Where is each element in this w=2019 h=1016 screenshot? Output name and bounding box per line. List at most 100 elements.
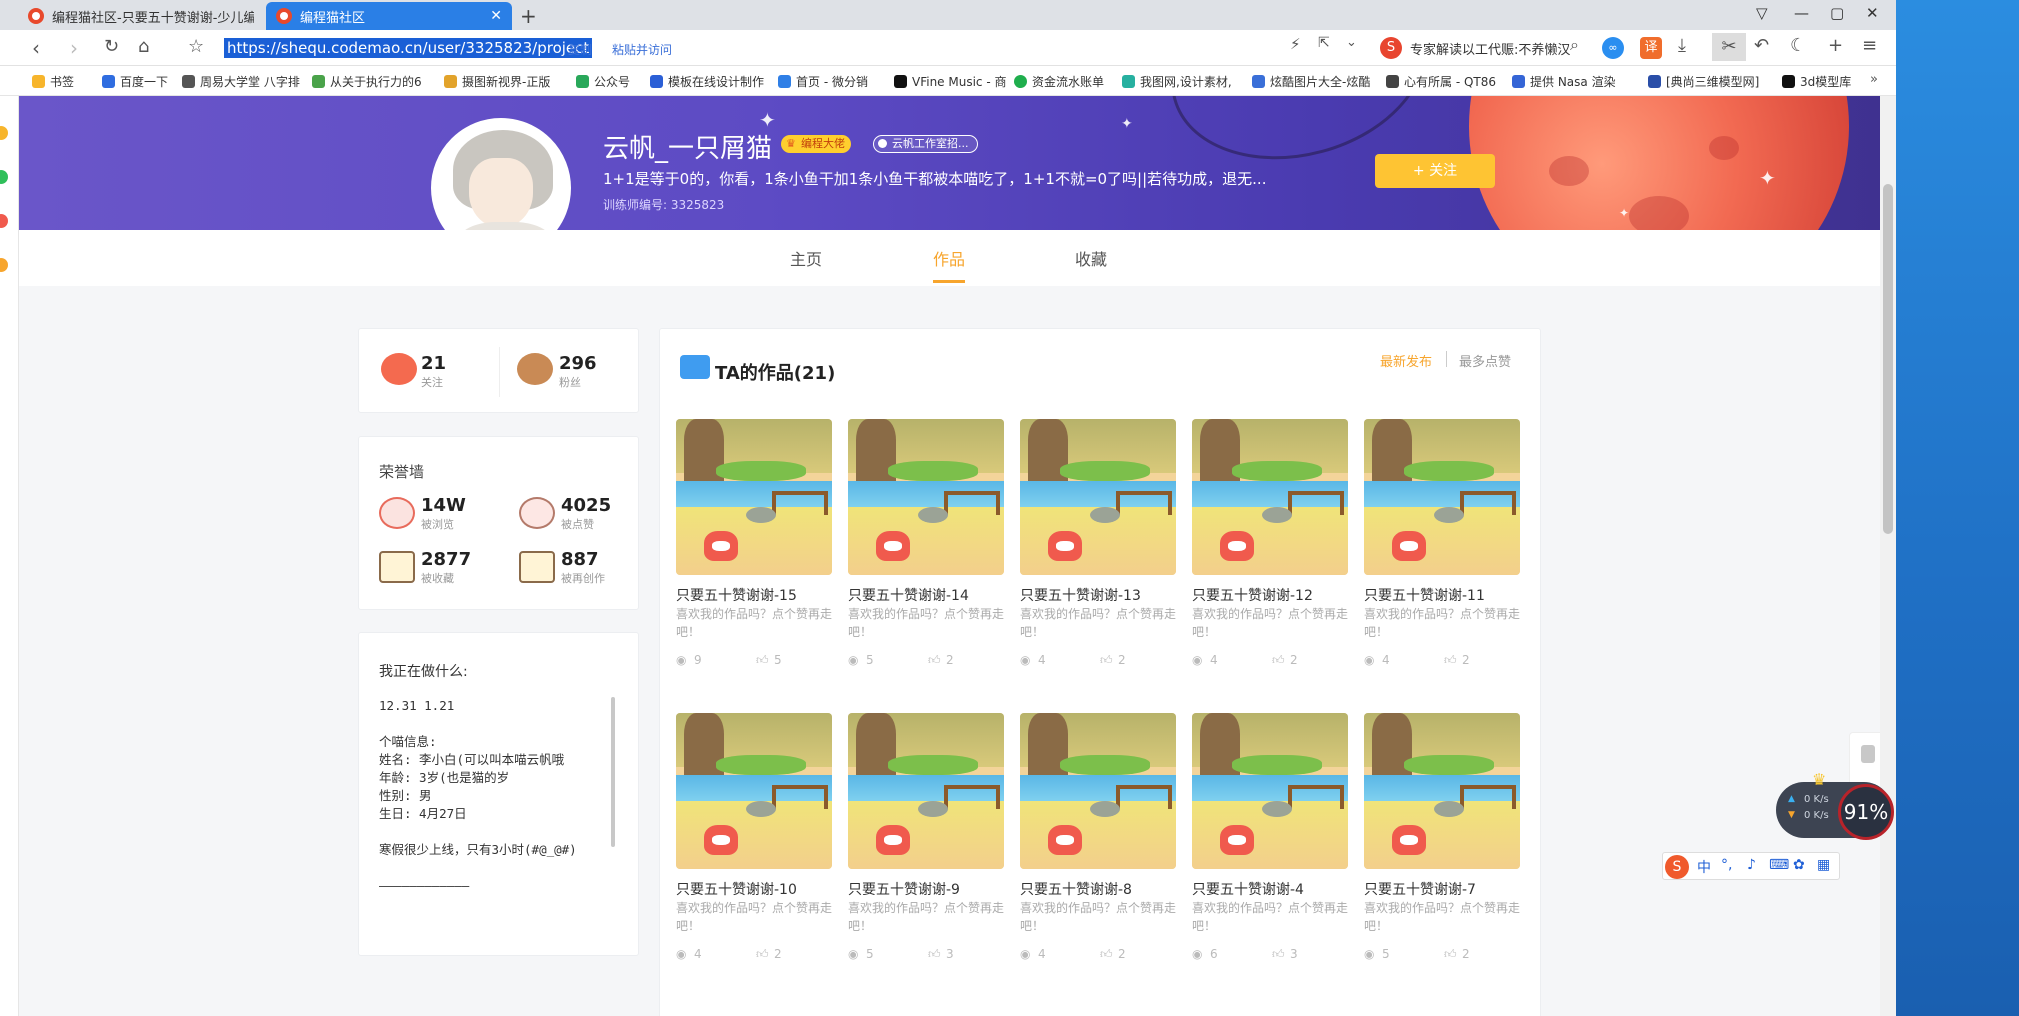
bookmark-item[interactable]: 模板在线设计制作 bbox=[650, 73, 782, 90]
microphone-icon[interactable]: ♪ bbox=[1747, 857, 1756, 873]
minimize-icon[interactable]: — bbox=[1794, 4, 1809, 22]
sidebar-app-icon[interactable] bbox=[0, 214, 8, 228]
doing-scrollbar[interactable] bbox=[611, 697, 615, 847]
sidebar-app-icon[interactable] bbox=[0, 126, 8, 140]
sidebar-app-icon[interactable] bbox=[0, 258, 8, 272]
bookmark-item[interactable]: 百度一下 bbox=[102, 73, 182, 90]
bookmark-item[interactable]: 书签 bbox=[32, 73, 102, 90]
close-tab-icon[interactable]: ✕ bbox=[490, 8, 502, 24]
extension-icon[interactable]: ∞ bbox=[1602, 37, 1624, 59]
likes-stat: 4025 被点赞 bbox=[561, 495, 612, 531]
refresh-icon[interactable]: ↻ bbox=[104, 36, 119, 57]
bookmark-item[interactable]: 我图网,设计素材, bbox=[1122, 73, 1250, 90]
work-thumbnail[interactable] bbox=[848, 419, 1004, 575]
fans-stat[interactable]: 296 粉丝 bbox=[559, 353, 597, 390]
copy-link[interactable]: 复制 bbox=[568, 41, 592, 58]
work-title[interactable]: 只要五十赞谢谢-13 bbox=[1020, 585, 1141, 605]
ime-language[interactable]: 中 bbox=[1697, 857, 1711, 877]
studio-badge[interactable]: 云帆工作室招... bbox=[873, 135, 978, 153]
bookmark-item[interactable]: 资金流水账单 bbox=[1014, 73, 1126, 90]
url-input[interactable]: https://shequ.codemao.cn/user/3325823/pr… bbox=[224, 38, 593, 58]
bookmark-item[interactable]: 提供 Nasa 渲染 bbox=[1512, 73, 1648, 90]
news-ticker[interactable]: 专家解读以工代赈:不养懒汉 bbox=[1410, 39, 1570, 58]
punctuation-icon[interactable]: °, bbox=[1721, 857, 1732, 873]
cpu-gauge[interactable]: 91% bbox=[1838, 784, 1894, 840]
translate-icon[interactable]: 译 bbox=[1640, 37, 1662, 59]
sparkle-icon: ✦ bbox=[1121, 116, 1133, 132]
follow-button[interactable]: + 关注 bbox=[1375, 154, 1495, 188]
work-title[interactable]: 只要五十赞谢谢-11 bbox=[1364, 585, 1485, 605]
search-icon[interactable]: ⌕ bbox=[1570, 35, 1579, 55]
download-icon[interactable]: ⤓ bbox=[1678, 35, 1686, 56]
work-thumbnail[interactable] bbox=[676, 419, 832, 575]
bookmark-item[interactable]: VFine Music - 商 bbox=[894, 73, 1024, 90]
home-icon[interactable]: ⌂ bbox=[138, 36, 149, 57]
bookmark-item[interactable]: 首页 - 微分销 bbox=[778, 73, 898, 90]
undo-icon[interactable]: ↶ bbox=[1754, 35, 1769, 56]
scissors-icon[interactable]: ✂ bbox=[1712, 33, 1746, 61]
work-title[interactable]: 只要五十赞谢谢-8 bbox=[1020, 879, 1132, 899]
work-thumbnail[interactable] bbox=[1192, 419, 1348, 575]
sort-most-liked[interactable]: 最多点赞 bbox=[1459, 351, 1511, 370]
night-mode-icon[interactable]: ☾ bbox=[1790, 35, 1806, 56]
eye-icon: ◉ bbox=[1364, 947, 1375, 961]
maximize-icon[interactable]: ▢ bbox=[1830, 4, 1844, 22]
page-scrollbar[interactable] bbox=[1880, 96, 1896, 1016]
bookmark-item[interactable]: [典尚三维模型网] bbox=[1648, 73, 1776, 90]
sort-latest[interactable]: 最新发布 bbox=[1380, 351, 1432, 370]
new-tab-icon[interactable]: + bbox=[520, 4, 537, 28]
skin-icon[interactable]: ✿ bbox=[1793, 857, 1805, 873]
bookmark-item[interactable]: 周易大学堂 八字排 bbox=[182, 73, 302, 90]
work-thumbnail[interactable] bbox=[1364, 419, 1520, 575]
chevron-down-icon[interactable]: ⌄ bbox=[1346, 35, 1357, 50]
work-thumbnail[interactable] bbox=[1020, 419, 1176, 575]
work-thumbnail[interactable] bbox=[1192, 713, 1348, 869]
avatar[interactable] bbox=[431, 118, 571, 230]
thumbs-up-icon: 👍︎ bbox=[1444, 653, 1457, 667]
keyboard-icon[interactable]: ⌨ bbox=[1769, 857, 1789, 873]
work-title[interactable]: 只要五十赞谢谢-9 bbox=[848, 879, 960, 899]
site-icon bbox=[778, 75, 791, 88]
tab-works[interactable]: 作品 bbox=[933, 246, 966, 283]
work-title[interactable]: 只要五十赞谢谢-15 bbox=[676, 585, 797, 605]
bookmark-item[interactable]: 公众号 bbox=[576, 73, 652, 90]
work-thumbnail[interactable] bbox=[1364, 713, 1520, 869]
toolbox-icon[interactable]: ▦ bbox=[1817, 857, 1830, 873]
sidebar-app-icon[interactable] bbox=[0, 170, 8, 184]
work-title[interactable]: 只要五十赞谢谢-4 bbox=[1192, 879, 1304, 899]
work-thumbnail[interactable] bbox=[848, 713, 1004, 869]
lightning-icon[interactable]: ⚡ bbox=[1290, 35, 1301, 53]
browser-tab-1[interactable]: 编程猫社区-只要五十赞谢谢-少儿编程 bbox=[18, 2, 264, 30]
work-desc: 喜欢我的作品吗？点个赞再走吧！ bbox=[1192, 901, 1349, 933]
bookmark-item[interactable]: 从关于执行力的6 bbox=[312, 73, 444, 90]
work-title[interactable]: 只要五十赞谢谢-7 bbox=[1364, 879, 1476, 899]
tab-home[interactable]: 主页 bbox=[790, 246, 822, 270]
back-icon[interactable]: ‹ bbox=[32, 36, 40, 60]
work-title[interactable]: 只要五十赞谢谢-10 bbox=[676, 879, 797, 899]
level-badge[interactable]: 编程大佬 bbox=[781, 135, 851, 153]
share-icon[interactable]: ⇱ bbox=[1318, 35, 1330, 51]
forward-icon[interactable]: › bbox=[70, 36, 78, 60]
bookmark-item[interactable]: 3d模型库 bbox=[1782, 73, 1882, 90]
tshirt-skin-icon[interactable]: ▽ bbox=[1756, 4, 1768, 22]
close-window-icon[interactable]: ✕ bbox=[1866, 4, 1879, 22]
bookmark-item[interactable]: 心有所属 - QT86 bbox=[1386, 73, 1512, 90]
star-bookmark-icon[interactable]: ☆ bbox=[188, 36, 204, 57]
add-icon[interactable]: + bbox=[1828, 35, 1843, 56]
menu-icon[interactable]: ≡ bbox=[1862, 35, 1877, 56]
phone-icon[interactable] bbox=[1861, 745, 1875, 763]
ime-toolbar[interactable]: S 中 °, ♪ ⌨ ✿ ▦ bbox=[1662, 852, 1840, 880]
work-thumbnail[interactable] bbox=[676, 713, 832, 869]
browser-tab-2[interactable]: 编程猫社区 ✕ bbox=[266, 2, 512, 30]
sogou-search-icon[interactable]: S bbox=[1380, 37, 1402, 59]
sogou-ime-icon[interactable]: S bbox=[1665, 855, 1689, 879]
bookmark-item[interactable]: 摄图新视界-正版 bbox=[444, 73, 574, 90]
bookmark-item[interactable]: 炫酷图片大全-炫酷 bbox=[1252, 73, 1384, 90]
more-bookmarks-icon[interactable]: » bbox=[1870, 72, 1878, 87]
work-thumbnail[interactable] bbox=[1020, 713, 1176, 869]
work-title[interactable]: 只要五十赞谢谢-14 bbox=[848, 585, 969, 605]
tab-favorites[interactable]: 收藏 bbox=[1075, 246, 1107, 270]
following-stat[interactable]: 21 关注 bbox=[421, 353, 446, 390]
paste-visit-link[interactable]: 粘贴并访问 bbox=[612, 41, 672, 58]
work-title[interactable]: 只要五十赞谢谢-12 bbox=[1192, 585, 1313, 605]
